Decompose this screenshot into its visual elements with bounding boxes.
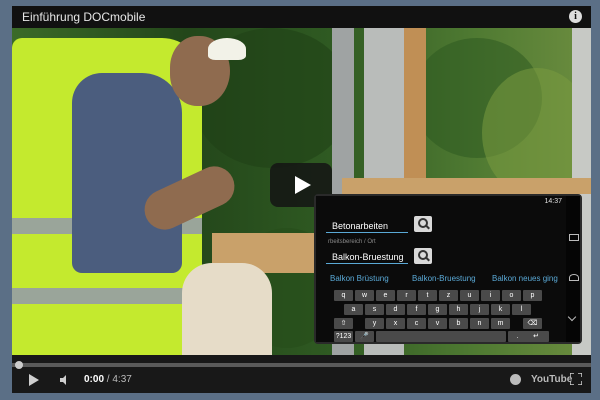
time-separator: / bbox=[106, 374, 110, 385]
backspace-key-icon: ⌫ bbox=[523, 318, 542, 329]
keyboard-key: p bbox=[523, 290, 542, 301]
keyboard-key: f bbox=[407, 304, 426, 315]
keyboard-key: d bbox=[386, 304, 405, 315]
keyboard-key: l bbox=[512, 304, 531, 315]
player-controls: 0:00 / 4:37 YouTube bbox=[12, 355, 591, 393]
play-icon[interactable] bbox=[29, 374, 39, 386]
search-icon bbox=[414, 248, 432, 264]
suggestion-item: Balkon Brüstung bbox=[330, 274, 389, 283]
fullscreen-icon[interactable] bbox=[570, 373, 582, 385]
keyboard-key: q bbox=[334, 290, 353, 301]
progress-scrubber[interactable] bbox=[15, 361, 23, 369]
suggestion-item: Balkon neues ging bbox=[492, 274, 558, 283]
microphone-key-icon: 🎤 bbox=[355, 331, 374, 342]
keyboard-key: r bbox=[397, 290, 416, 301]
title-bar: Einführung DOCmobile i bbox=[12, 6, 591, 28]
progress-bar[interactable] bbox=[12, 363, 591, 367]
keyboard-key: m bbox=[491, 318, 510, 329]
keyboard-key: i bbox=[481, 290, 500, 301]
keyboard-key: s bbox=[365, 304, 384, 315]
youtube-logo[interactable]: YouTube bbox=[531, 374, 572, 385]
worker-shirt bbox=[72, 73, 182, 273]
keyboard-key: h bbox=[449, 304, 468, 315]
video-title[interactable]: Einführung DOCmobile bbox=[22, 10, 145, 24]
worker-pants bbox=[182, 263, 272, 355]
location-field: Balkon-Bruestung bbox=[326, 251, 408, 264]
current-time: 0:00 bbox=[84, 374, 105, 385]
search-icon bbox=[414, 216, 432, 232]
keyboard-key: b bbox=[449, 318, 468, 329]
android-nav-bar bbox=[566, 196, 580, 342]
space-key bbox=[376, 331, 506, 342]
keyboard-key: e bbox=[376, 290, 395, 301]
video-frame[interactable]: 14:37 Betonarbeiten rbeitsbereich / Ort … bbox=[12, 28, 591, 355]
volume-icon[interactable] bbox=[60, 375, 70, 385]
keyboard-key: k bbox=[491, 304, 510, 315]
symbols-key: ?123 bbox=[334, 331, 353, 342]
activity-field: Betonarbeiten bbox=[326, 220, 408, 233]
keyboard-key: c bbox=[407, 318, 426, 329]
play-icon bbox=[295, 176, 311, 194]
keyboard-key: n bbox=[470, 318, 489, 329]
time-display: 0:00 / 4:37 bbox=[84, 374, 132, 385]
keyboard-key: x bbox=[386, 318, 405, 329]
keyboard-key: z bbox=[439, 290, 458, 301]
status-time: 14:37 bbox=[544, 198, 562, 205]
keyboard-key: a bbox=[344, 304, 363, 315]
shift-key-icon: ⇧ bbox=[334, 318, 353, 329]
scaffold-post bbox=[404, 28, 426, 178]
wooden-rail bbox=[342, 178, 591, 194]
tablet-screen: 14:37 Betonarbeiten rbeitsbereich / Ort … bbox=[316, 196, 566, 342]
info-icon[interactable]: i bbox=[569, 10, 582, 23]
duration: 4:37 bbox=[112, 374, 132, 385]
home-icon bbox=[569, 274, 579, 281]
hard-hat bbox=[208, 38, 246, 60]
video-player: Einführung DOCmobile i 14:37 Betonarbeit… bbox=[12, 6, 591, 393]
keyboard-key: j bbox=[470, 304, 489, 315]
keyboard-key: v bbox=[428, 318, 447, 329]
keyboard-key: y bbox=[365, 318, 384, 329]
keyboard-key: t bbox=[418, 290, 437, 301]
enter-key-icon: ↵ bbox=[523, 331, 549, 342]
suggestion-item: Balkon-Bruestung bbox=[412, 274, 476, 283]
location-label: rbeitsbereich / Ort bbox=[328, 239, 376, 245]
back-icon bbox=[567, 312, 577, 322]
tablet-device: 14:37 Betonarbeiten rbeitsbereich / Ort … bbox=[314, 194, 582, 344]
recent-apps-icon bbox=[569, 234, 579, 241]
keyboard-key: o bbox=[502, 290, 521, 301]
reflective-strip bbox=[12, 288, 202, 304]
keyboard-key: u bbox=[460, 290, 479, 301]
keyboard-key: w bbox=[355, 290, 374, 301]
settings-gear-icon[interactable] bbox=[510, 374, 521, 385]
keyboard-key: g bbox=[428, 304, 447, 315]
